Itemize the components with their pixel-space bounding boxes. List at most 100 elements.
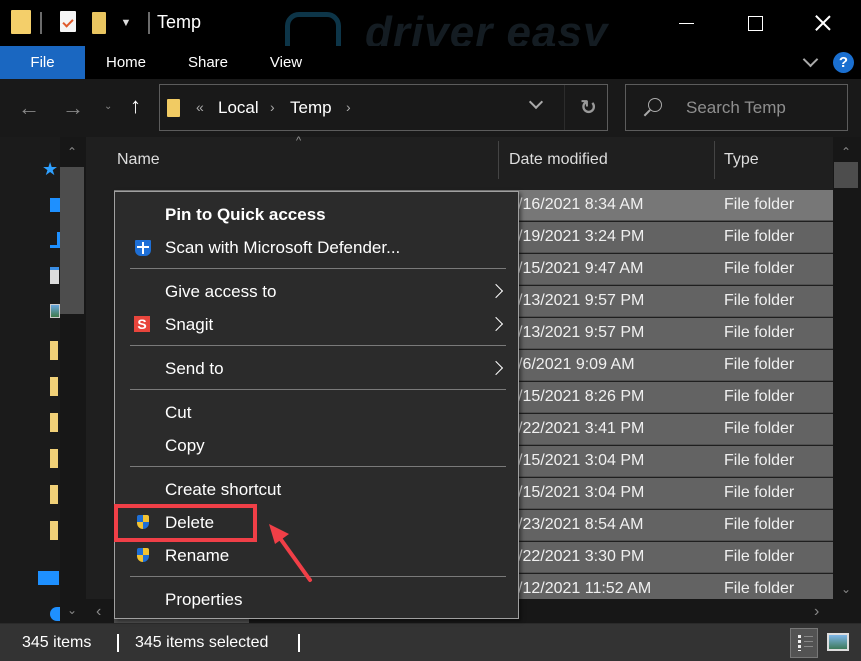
expand-ribbon-chevron-icon[interactable] [802, 54, 820, 72]
scroll-up-chevron-icon[interactable]: ⌃ [67, 145, 77, 159]
search-input[interactable]: Search Temp [625, 84, 848, 131]
quick-access-star-icon[interactable]: ★ [42, 160, 58, 178]
window-title: Temp [157, 12, 202, 32]
type-cell: File folder [724, 452, 795, 469]
column-divider[interactable] [714, 141, 715, 179]
maximize-icon [747, 15, 763, 31]
breadcrumb-overflow[interactable]: « [196, 99, 204, 115]
menu-item-create-shortcut[interactable]: Create shortcut [165, 480, 281, 500]
snagit-icon: S [134, 316, 150, 332]
folder-icon[interactable] [50, 485, 58, 504]
customize-dropdown-icon[interactable]: ▼ [119, 16, 133, 30]
scrollbar-thumb[interactable] [834, 162, 858, 188]
refresh-button[interactable]: ↻ [580, 95, 597, 120]
folder-icon[interactable] [50, 377, 58, 396]
divider [40, 12, 42, 34]
recent-locations-chevron-icon[interactable]: ⌄ [104, 101, 112, 112]
minimize-button[interactable] [663, 0, 709, 46]
date-modified-cell: /15/2021 9:47 AM [518, 260, 644, 277]
divider [117, 634, 119, 652]
column-headers: ^ Name Date modified Type [86, 135, 833, 185]
downloads-icon[interactable] [50, 232, 60, 248]
desktop-icon[interactable] [50, 198, 60, 212]
date-modified-cell: /13/2021 9:57 PM [518, 324, 645, 341]
help-icon[interactable]: ? [833, 52, 854, 73]
tab-share[interactable]: Share [178, 46, 238, 79]
column-header-date-modified[interactable]: Date modified [509, 151, 608, 169]
this-pc-icon[interactable] [38, 571, 59, 585]
menu-item-give-access-to[interactable]: Give access to [165, 282, 277, 302]
pictures-icon[interactable] [50, 304, 60, 318]
large-icons-view-icon[interactable] [827, 633, 849, 651]
folder-icon[interactable] [50, 449, 58, 468]
type-cell: File folder [724, 260, 795, 277]
menu-separator [130, 268, 506, 269]
tab-view[interactable]: View [258, 46, 314, 79]
properties-icon[interactable] [60, 11, 76, 32]
breadcrumb-temp[interactable]: Temp [290, 98, 332, 118]
type-cell: File folder [724, 548, 795, 565]
menu-separator [130, 466, 506, 467]
date-modified-cell: /12/2021 11:52 AM [518, 580, 652, 597]
maximize-button[interactable] [732, 0, 778, 46]
folder-icon[interactable] [50, 521, 58, 540]
divider [148, 12, 150, 34]
up-button[interactable]: ↑ [130, 93, 141, 119]
tab-file[interactable]: File [0, 46, 85, 79]
type-cell: File folder [724, 388, 795, 405]
address-bar[interactable]: « Local › Temp › [159, 84, 608, 131]
menu-item-copy[interactable]: Copy [165, 436, 205, 456]
documents-icon[interactable] [50, 267, 59, 284]
menu-item-cut[interactable]: Cut [165, 403, 191, 423]
folder-icon[interactable] [50, 413, 58, 432]
new-folder-icon[interactable] [92, 12, 106, 34]
type-cell: File folder [724, 292, 795, 309]
menu-separator [130, 389, 506, 390]
scroll-right-chevron-icon[interactable]: › [814, 603, 819, 621]
menu-item-properties[interactable]: Properties [165, 590, 242, 610]
network-icon[interactable] [50, 607, 60, 621]
details-view-icon[interactable] [790, 628, 818, 658]
column-header-type[interactable]: Type [724, 151, 759, 169]
scrollbar-thumb[interactable] [60, 167, 84, 314]
close-icon [815, 15, 831, 31]
tab-home[interactable]: Home [96, 46, 156, 79]
breadcrumb-separator[interactable]: › [270, 99, 275, 115]
type-cell: File folder [724, 420, 795, 437]
back-button[interactable]: ← [18, 95, 40, 121]
close-button[interactable] [800, 0, 846, 46]
menu-item-rename[interactable]: Rename [165, 546, 229, 566]
navigation-pane-scrollbar[interactable]: ⌃ ⌄ [60, 137, 86, 623]
date-modified-cell: /6/2021 9:09 AM [518, 356, 635, 373]
menu-item-snagit[interactable]: Snagit [165, 315, 213, 335]
column-divider[interactable] [498, 141, 499, 179]
divider [564, 85, 565, 130]
vertical-scrollbar[interactable]: ⌃ ⌄ [833, 137, 861, 623]
scroll-up-chevron-icon[interactable]: ⌃ [841, 145, 851, 159]
uac-shield-icon [137, 548, 149, 562]
type-cell: File folder [724, 228, 795, 245]
folder-icon[interactable] [50, 341, 58, 360]
date-modified-cell: /22/2021 3:41 PM [518, 420, 645, 437]
selected-count: 345 items selected [135, 634, 269, 651]
navigation-pane: ★ ⌃ ⌄ [0, 137, 86, 623]
column-header-name[interactable]: Name [117, 151, 160, 169]
forward-button[interactable]: → [62, 95, 84, 121]
annotation-arrow-icon [269, 524, 312, 582]
defender-icon [135, 240, 151, 256]
address-dropdown-chevron-icon[interactable] [528, 94, 544, 110]
scroll-down-chevron-icon[interactable]: ⌄ [841, 582, 851, 596]
sort-ascending-icon: ^ [296, 135, 302, 147]
navigation-bar: ← → ⌄ ↑ « Local › Temp › ↻ Search Temp [0, 79, 861, 137]
breadcrumb-local[interactable]: Local [218, 98, 259, 118]
minimize-icon [678, 22, 694, 24]
breadcrumb-separator[interactable]: › [346, 99, 351, 115]
date-modified-cell: /13/2021 9:57 PM [518, 292, 645, 309]
title-bar: ▼ Temp [0, 0, 861, 46]
scroll-down-chevron-icon[interactable]: ⌄ [67, 603, 77, 617]
menu-item-scan-with-defender[interactable]: Scan with Microsoft Defender... [165, 238, 400, 258]
menu-item-pin-to-quick-access[interactable]: Pin to Quick access [165, 205, 326, 225]
type-cell: File folder [724, 356, 795, 373]
menu-item-send-to[interactable]: Send to [165, 359, 224, 379]
scroll-left-chevron-icon[interactable]: ‹ [96, 603, 101, 621]
